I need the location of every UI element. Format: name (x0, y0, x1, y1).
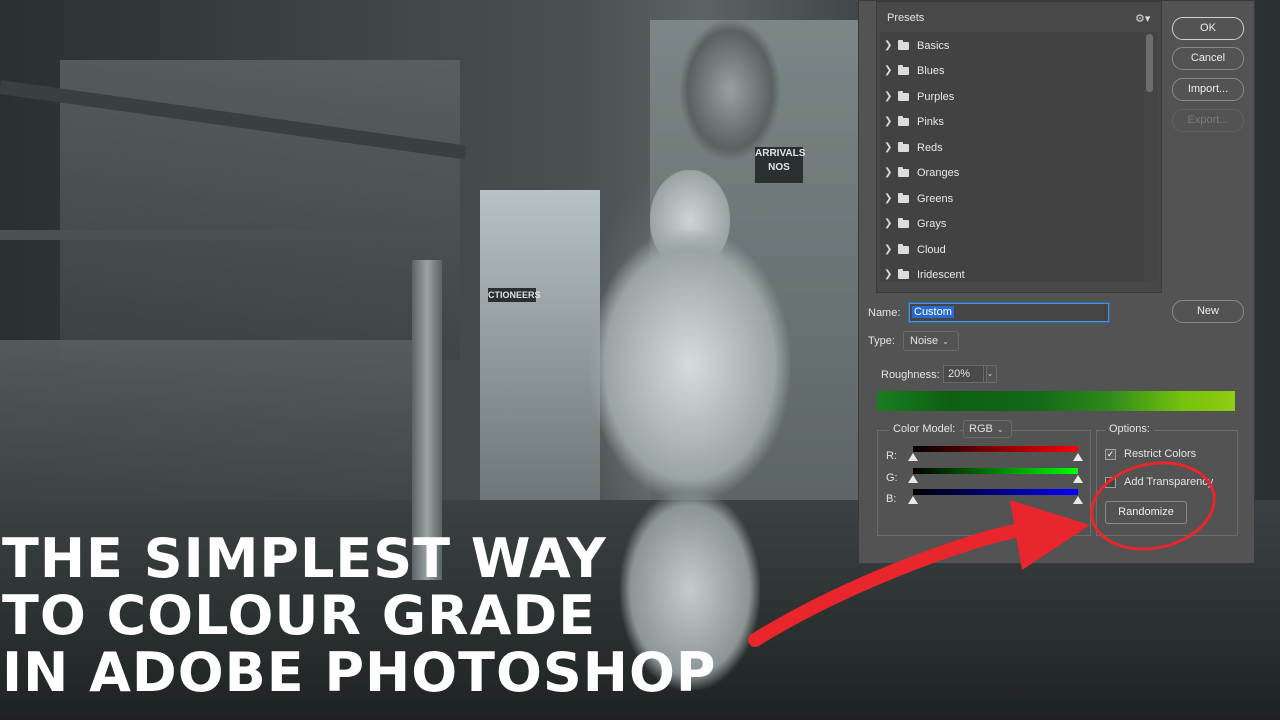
arrivals-sign: ARRIVALS NOS (755, 147, 805, 183)
preset-folder-iridescent[interactable]: ❯ Iridescent (879, 262, 1144, 282)
folder-icon (898, 115, 909, 126)
doorway (480, 190, 600, 500)
color-model-label: Color Model: (889, 423, 960, 435)
chevron-right-icon: ❯ (884, 40, 893, 51)
presets-title: Presets (887, 12, 925, 24)
chevron-right-icon: ❯ (884, 142, 893, 153)
red-channel-slider[interactable] (913, 446, 1078, 452)
folder-icon (898, 166, 909, 177)
model-hair (680, 20, 780, 160)
folder-icon (898, 141, 909, 152)
blue-channel-slider[interactable] (913, 489, 1078, 495)
color-model-select[interactable]: RGB ⌄ (963, 420, 1012, 438)
gradient-preview-bar[interactable] (877, 391, 1235, 411)
green-channel-slider[interactable] (913, 468, 1078, 474)
type-label: Type: (868, 335, 895, 347)
headline-line-1: THE SIMPLEST WAY (2, 527, 607, 590)
auctioneers-sign: CTIONEERS (488, 288, 541, 302)
preset-list: ❯ Basics ❯ Blues ❯ Purples ❯ Pinks ❯ Red… (879, 32, 1157, 282)
preset-scrollbar[interactable] (1144, 32, 1156, 282)
green-min-handle[interactable] (908, 475, 918, 483)
roughness-input[interactable]: 20% (943, 365, 987, 383)
type-select[interactable]: Noise ⌄ (903, 331, 959, 351)
metal-barrier (0, 340, 430, 520)
add-transparency-label: Add Transparency (1124, 476, 1214, 488)
preset-label: Pinks (917, 115, 944, 128)
folder-icon (898, 217, 909, 228)
randomize-button[interactable]: Randomize (1105, 501, 1187, 524)
options-label: Options: (1105, 423, 1154, 435)
thumbnail-headline: THE SIMPLEST WAY TO COLOUR GRADE IN ADOB… (2, 530, 716, 701)
cancel-button[interactable]: Cancel (1172, 47, 1244, 70)
chevron-right-icon: ❯ (884, 65, 893, 76)
restrict-colors-label: Restrict Colors (1124, 448, 1197, 460)
presets-panel: Presets ⚙▾ ❯ Basics ❯ Blues ❯ Purples ❯ … (876, 1, 1162, 293)
preset-label: Greens (917, 192, 954, 205)
type-value: Noise (910, 335, 939, 347)
export-button[interactable]: Export... (1172, 109, 1244, 132)
chevron-down-icon[interactable]: ⌄ (983, 365, 997, 383)
new-button[interactable]: New (1172, 300, 1244, 323)
preset-folder-greens[interactable]: ❯ Greens (879, 186, 1144, 211)
headline-line-3: IN ADOBE PHOTOSHOP (2, 641, 717, 704)
preset-label: Blues (917, 64, 945, 77)
headline-line-2: TO COLOUR GRADE (2, 584, 597, 647)
gear-icon[interactable]: ⚙▾ (1135, 12, 1150, 25)
blue-max-handle[interactable] (1073, 496, 1083, 504)
chevron-right-icon: ❯ (884, 91, 893, 102)
chevron-right-icon: ❯ (884, 116, 893, 127)
chevron-down-icon: ⌄ (996, 425, 1004, 434)
add-transparency-checkbox[interactable] (1105, 477, 1116, 488)
preset-folder-purples[interactable]: ❯ Purples (879, 84, 1144, 109)
preset-folder-blues[interactable]: ❯ Blues (879, 58, 1144, 83)
name-field[interactable]: Custom (909, 303, 1109, 322)
ok-button[interactable]: OK (1172, 17, 1244, 40)
folder-icon (898, 268, 909, 279)
preset-label: Basics (917, 39, 950, 52)
blue-channel-label: B: (886, 493, 897, 505)
name-value: Custom (912, 306, 954, 318)
red-channel-label: R: (886, 450, 897, 462)
roughness-label: Roughness: (881, 369, 940, 381)
preset-folder-reds[interactable]: ❯ Reds (879, 135, 1144, 160)
restrict-colors-checkbox[interactable]: ✓ (1105, 449, 1116, 460)
name-label: Name: (868, 307, 901, 319)
preset-folder-oranges[interactable]: ❯ Oranges (879, 160, 1144, 185)
preset-label: Reds (917, 141, 943, 154)
scrollbar-thumb[interactable] (1146, 34, 1153, 92)
chevron-right-icon: ❯ (884, 269, 893, 280)
preset-folder-grays[interactable]: ❯ Grays (879, 211, 1144, 236)
preset-label: Oranges (917, 166, 960, 179)
blue-min-handle[interactable] (908, 496, 918, 504)
preset-label: Purples (917, 90, 955, 103)
gradient-editor-dialog: Presets ⚙▾ ❯ Basics ❯ Blues ❯ Purples ❯ … (858, 0, 1255, 564)
folder-icon (898, 64, 909, 75)
red-max-handle[interactable] (1073, 453, 1083, 461)
horizontal-rail (0, 230, 460, 240)
import-button[interactable]: Import... (1172, 78, 1244, 101)
model-dress (590, 230, 790, 500)
folder-icon (898, 90, 909, 101)
chevron-right-icon: ❯ (884, 193, 893, 204)
preset-label: Grays (917, 217, 947, 230)
preset-label: Cloud (917, 243, 946, 256)
color-model-value: RGB (969, 423, 993, 435)
red-min-handle[interactable] (908, 453, 918, 461)
green-channel-label: G: (886, 472, 898, 484)
chevron-right-icon: ❯ (884, 218, 893, 229)
chevron-down-icon: ⌄ (942, 337, 949, 346)
green-max-handle[interactable] (1073, 475, 1083, 483)
folder-icon (898, 192, 909, 203)
preset-folder-pinks[interactable]: ❯ Pinks (879, 109, 1144, 134)
folder-icon (898, 243, 909, 254)
preset-folder-basics[interactable]: ❯ Basics (879, 33, 1144, 58)
preset-folder-cloud[interactable]: ❯ Cloud (879, 237, 1144, 262)
chevron-right-icon: ❯ (884, 244, 893, 255)
preset-label: Iridescent (917, 268, 965, 281)
folder-icon (898, 39, 909, 50)
checkmark-icon: ✓ (1106, 449, 1115, 459)
chevron-right-icon: ❯ (884, 167, 893, 178)
